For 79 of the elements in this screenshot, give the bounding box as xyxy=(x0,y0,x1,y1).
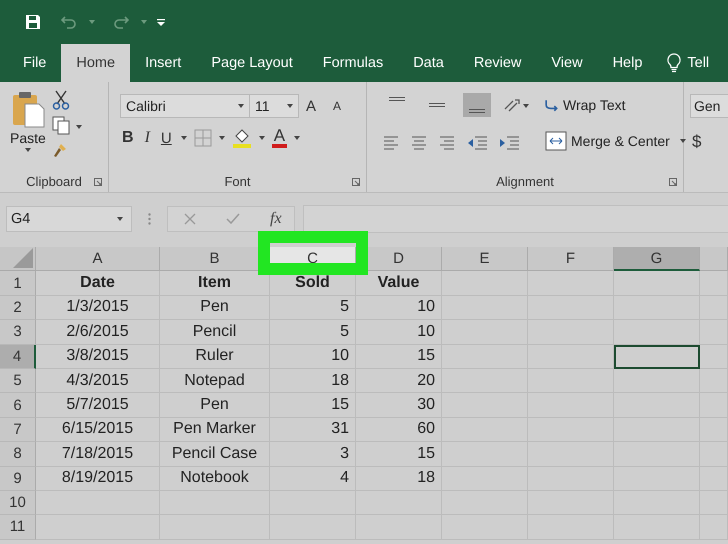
merge-center-button[interactable]: Merge & Center xyxy=(545,128,686,154)
row-header[interactable]: 1 xyxy=(0,271,36,296)
font-name-dropdown[interactable]: Calibri xyxy=(120,94,250,118)
table-cell: 60 xyxy=(356,418,442,442)
name-box[interactable]: G4 xyxy=(6,206,132,232)
table-cell: Pen Marker xyxy=(160,418,270,442)
font-size-dropdown[interactable]: 11 xyxy=(249,94,299,118)
ribbon-tab[interactable]: File xyxy=(8,44,62,82)
row-header[interactable]: 11 xyxy=(0,515,36,540)
group-label: Clipboard xyxy=(26,174,82,188)
italic-button[interactable]: I xyxy=(142,129,152,147)
table-cell: 20 xyxy=(356,368,442,394)
table-cell: 15 xyxy=(270,393,356,418)
row-header[interactable]: 2 xyxy=(0,296,36,320)
table-cell: 2/6/2015 xyxy=(36,320,160,345)
currency-button[interactable]: $ xyxy=(690,132,728,152)
table-cell: 5 xyxy=(270,320,356,345)
column-header[interactable]: F xyxy=(528,247,614,272)
row-header[interactable]: 9 xyxy=(0,466,36,491)
table-cell: 31 xyxy=(270,418,356,442)
insert-function-button[interactable]: fx xyxy=(270,210,282,228)
table-cell: 6/15/2015 xyxy=(36,418,160,442)
table-cell: Pen xyxy=(160,296,270,320)
table-cell: 15 xyxy=(356,344,442,369)
table-cell: 1/3/2015 xyxy=(36,296,160,320)
wrap-text-button[interactable]: Wrap Text xyxy=(545,92,686,118)
bold-button[interactable]: B xyxy=(120,129,136,147)
table-cell: Sold xyxy=(270,271,356,296)
table-cell: 3 xyxy=(270,442,356,467)
shrink-font-button[interactable]: A xyxy=(331,99,344,113)
paste-button[interactable]: Paste xyxy=(10,90,46,170)
table-cell: Pencil xyxy=(160,320,270,345)
font-color-button[interactable]: A xyxy=(272,128,288,148)
table-cell: 4 xyxy=(270,466,356,491)
column-header[interactable]: E xyxy=(442,247,528,272)
table-cell: Item xyxy=(160,271,270,296)
table-cell: 5/7/2015 xyxy=(36,393,160,418)
ribbon-tab[interactable]: Review xyxy=(458,44,536,82)
table-cell: 10 xyxy=(356,320,442,345)
number-format-dropdown[interactable]: Gen xyxy=(690,94,728,118)
table-cell: 18 xyxy=(270,368,356,394)
column-header[interactable]: A xyxy=(36,247,160,272)
table-cell: 3/8/2015 xyxy=(36,344,160,369)
table-cell: 5 xyxy=(270,296,356,320)
table-cell: 7/18/2015 xyxy=(36,442,160,467)
row-header[interactable]: 6 xyxy=(0,393,36,418)
underline-button[interactable]: U xyxy=(158,130,174,146)
table-cell: Notebook xyxy=(160,466,270,491)
table-cell: 18 xyxy=(356,466,442,491)
table-cell: Notepad xyxy=(160,368,270,394)
table-cell: 8/19/2015 xyxy=(36,466,160,491)
table-cell: 30 xyxy=(356,393,442,418)
row-header[interactable]: 3 xyxy=(0,320,36,345)
row-header[interactable]: 7 xyxy=(0,418,36,442)
table-cell: 4/3/2015 xyxy=(36,368,160,394)
table-cell: 10 xyxy=(270,344,356,369)
table-cell: Pen xyxy=(160,393,270,418)
column-header[interactable]: G xyxy=(614,247,700,272)
row-header[interactable]: 8 xyxy=(0,442,36,467)
table-cell: 15 xyxy=(356,442,442,467)
tell-me-text[interactable]: Tell xyxy=(687,55,710,71)
grow-font-button[interactable]: A xyxy=(304,98,318,114)
table-cell: 10 xyxy=(356,296,442,320)
table-cell: Value xyxy=(356,271,442,296)
ribbon-tab[interactable]: Data xyxy=(398,44,459,82)
ribbon-tab[interactable]: Formulas xyxy=(308,44,398,82)
table-cell: Ruler xyxy=(160,344,270,369)
ribbon-tab[interactable]: View xyxy=(536,44,598,82)
table-cell: Date xyxy=(36,271,160,296)
row-header[interactable]: 4 xyxy=(0,344,36,369)
ribbon-tab[interactable]: Page Layout xyxy=(196,44,308,82)
ribbon-tab[interactable]: Help xyxy=(598,44,658,82)
row-header[interactable]: 10 xyxy=(0,490,36,516)
ribbon-tab[interactable]: Home xyxy=(61,44,130,82)
table-cell: Pencil Case xyxy=(160,442,270,467)
row-header[interactable]: 5 xyxy=(0,368,36,394)
group-label: Alignment xyxy=(496,174,554,188)
ribbon-tab[interactable]: Insert xyxy=(130,44,196,82)
group-label: Font xyxy=(224,174,250,188)
